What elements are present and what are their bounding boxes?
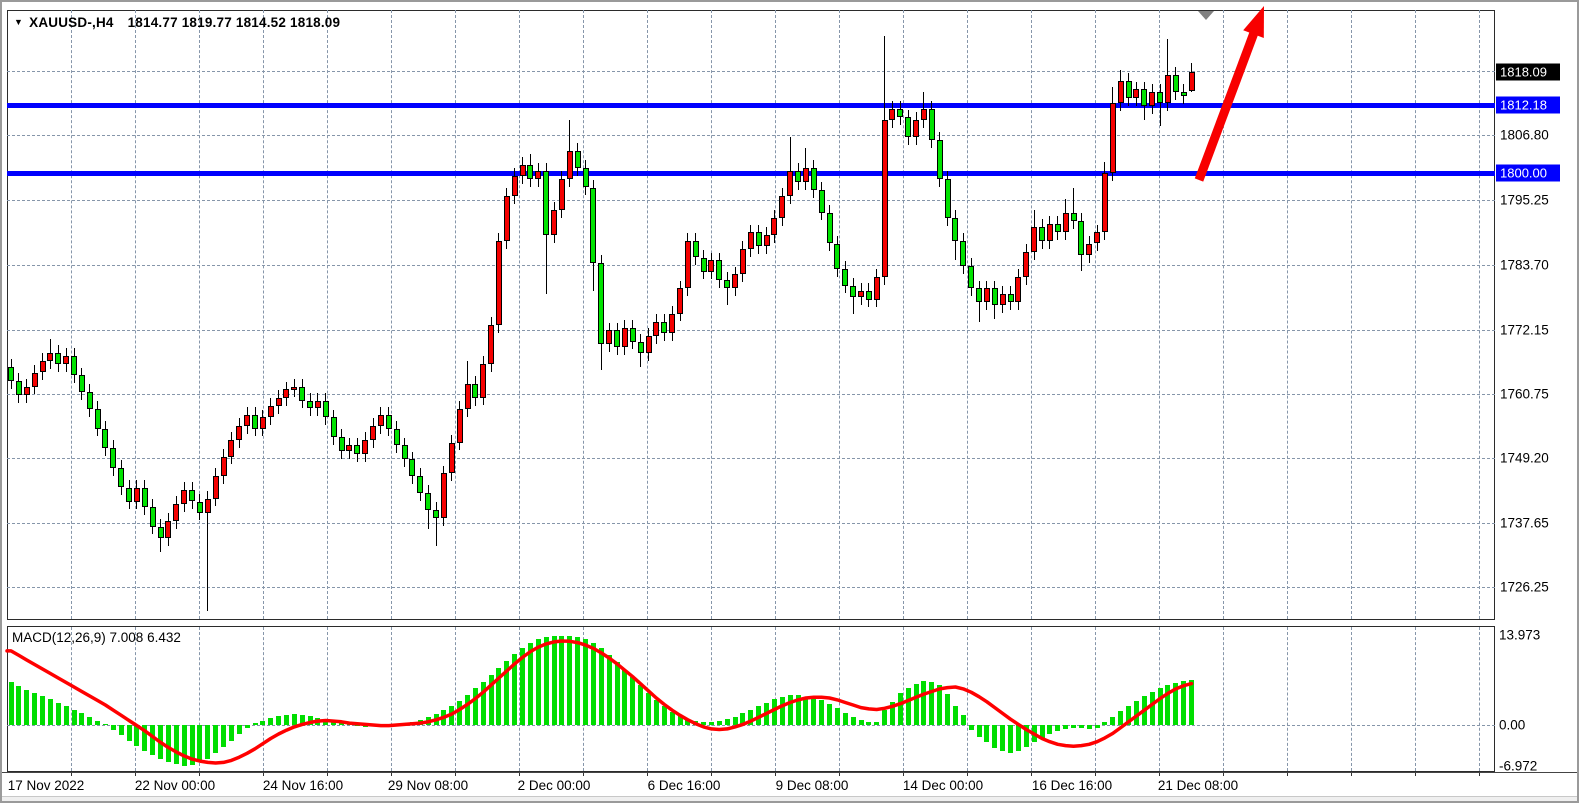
time-axis-label: 22 Nov 00:00 <box>135 778 215 793</box>
price-axis-label: 1806.80 <box>1500 128 1549 143</box>
price-level-tag: 1800.00 <box>1496 165 1560 182</box>
price-chart-pane[interactable] <box>7 10 1495 620</box>
time-axis-label: 29 Nov 08:00 <box>388 778 468 793</box>
time-axis-tick <box>967 772 968 776</box>
time-axis-line <box>2 772 1579 773</box>
macd-axis-label: 0.00 <box>1499 718 1525 733</box>
macd-indicator-label: MACD(12,26,9) 7.008 6.432 <box>12 630 181 645</box>
price-axis-label: 1737.65 <box>1500 516 1549 531</box>
price-axis-label: 1783.70 <box>1500 257 1549 272</box>
chart-window: ▼ XAUUSD-,H4 1814.77 1819.77 1814.52 1818… <box>0 0 1579 803</box>
price-axis-label: 1760.75 <box>1500 386 1549 401</box>
time-axis-tick <box>391 772 392 776</box>
time-axis-tick <box>71 772 72 776</box>
time-axis-label: 9 Dec 08:00 <box>776 778 849 793</box>
time-axis-tick <box>1159 772 1160 776</box>
time-axis-tick <box>583 772 584 776</box>
time-axis-tick <box>1031 772 1032 776</box>
macd-indicator-pane[interactable] <box>7 626 1495 772</box>
time-axis-tick <box>519 772 520 776</box>
time-axis-label: 14 Dec 00:00 <box>903 778 983 793</box>
time-axis-tick <box>199 772 200 776</box>
price-axis-label: 1726.25 <box>1500 580 1549 595</box>
time-axis-tick <box>263 772 264 776</box>
macd-axis-label: 13.973 <box>1499 628 1540 643</box>
time-axis-tick <box>903 772 904 776</box>
ohlc-values: 1814.77 1819.77 1814.52 1818.09 <box>128 15 341 30</box>
symbol-dropdown-icon[interactable]: ▼ <box>14 17 23 27</box>
symbol-period-label: XAUUSD-,H4 <box>29 15 114 30</box>
time-axis-tick <box>775 772 776 776</box>
window-bottom-edge <box>2 796 1579 803</box>
price-axis-label: 1795.25 <box>1500 193 1549 208</box>
price-axis-label: 1772.15 <box>1500 322 1549 337</box>
time-axis-label: 24 Nov 16:00 <box>263 778 343 793</box>
time-axis-tick <box>1351 772 1352 776</box>
time-axis-tick <box>1095 772 1096 776</box>
time-axis-label: 17 Nov 2022 <box>8 778 85 793</box>
time-axis-label: 16 Dec 16:00 <box>1032 778 1112 793</box>
time-axis-tick <box>1479 772 1480 776</box>
time-axis-tick <box>1415 772 1416 776</box>
time-axis-tick <box>327 772 328 776</box>
time-axis-tick <box>1287 772 1288 776</box>
time-axis-tick <box>1223 772 1224 776</box>
time-axis-label: 21 Dec 08:00 <box>1158 778 1238 793</box>
chart-shift-marker-icon[interactable] <box>1198 11 1214 20</box>
current-price-tag: 1818.09 <box>1496 64 1560 81</box>
time-axis-label: 2 Dec 00:00 <box>518 778 591 793</box>
price-level-tag: 1812.18 <box>1496 97 1560 114</box>
time-axis-tick <box>839 772 840 776</box>
time-axis-tick <box>455 772 456 776</box>
time-axis-tick <box>711 772 712 776</box>
chart-title: ▼ XAUUSD-,H4 1814.77 1819.77 1814.52 1818… <box>14 15 340 30</box>
time-axis-tick <box>135 772 136 776</box>
time-axis-tick <box>647 772 648 776</box>
price-axis-label: 1749.20 <box>1500 451 1549 466</box>
time-axis-label: 6 Dec 16:00 <box>648 778 721 793</box>
